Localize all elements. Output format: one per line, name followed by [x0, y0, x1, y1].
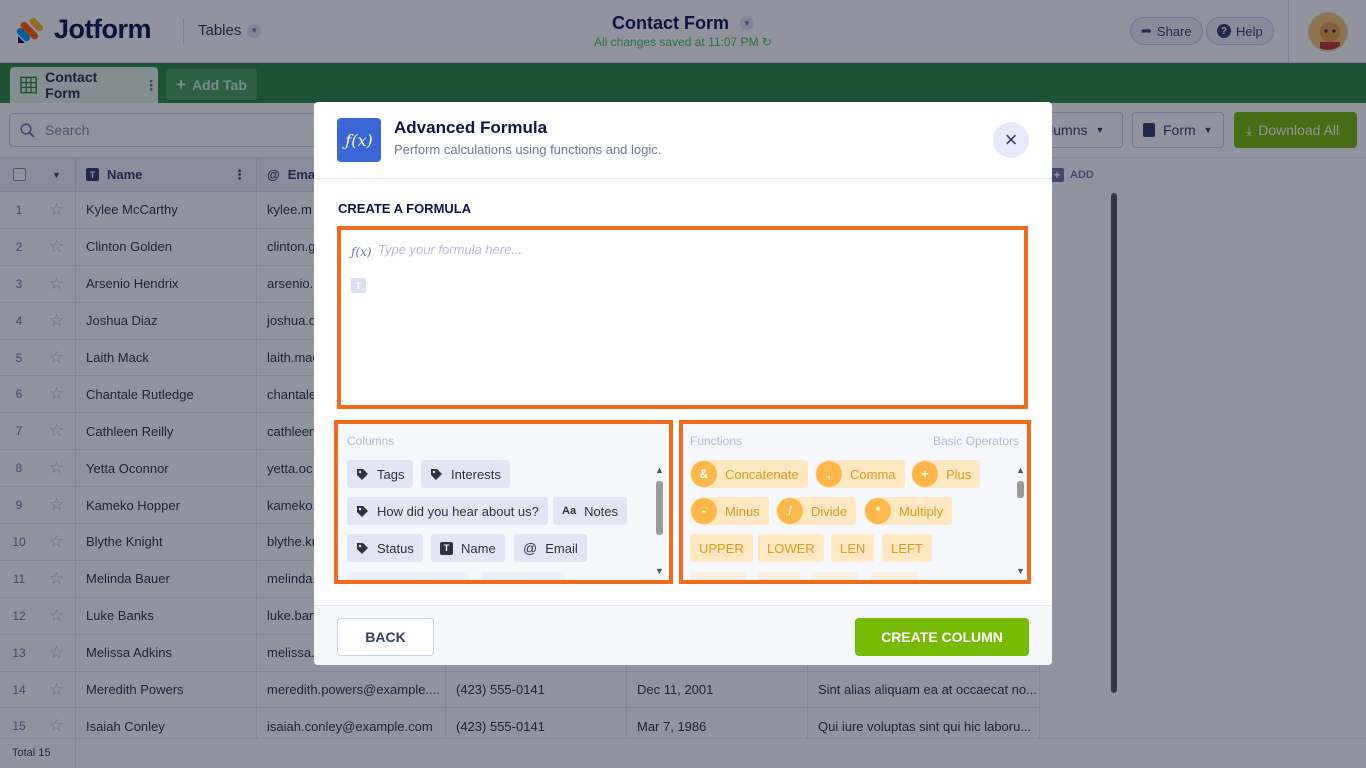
- app-root: Jotform Tables ▼ Contact Form ▼ All chan…: [0, 0, 1366, 768]
- formula-placeholder: Type your formula here...: [378, 242, 523, 257]
- columns-panel-header: Columns: [347, 434, 395, 448]
- modal-header: ƒ(x) Advanced Formula Perform calculatio…: [314, 102, 1052, 179]
- operator-symbol: -: [691, 498, 717, 524]
- fx-icon: ƒ(x): [351, 245, 372, 259]
- tag-icon: [357, 468, 368, 480]
- close-icon: ×: [1004, 127, 1018, 152]
- operator-chip[interactable]: / Divide: [776, 497, 857, 525]
- column-chip[interactable]: @ Email: [514, 534, 587, 562]
- column-chip[interactable]: Tags: [347, 460, 414, 488]
- column-chip-label: Interests: [451, 466, 501, 482]
- text-aa-icon: Aa: [562, 505, 577, 517]
- function-chip[interactable]: [871, 572, 919, 580]
- operator-symbol: *: [865, 498, 891, 524]
- operator-label: Multiply: [899, 503, 944, 519]
- operator-chip[interactable]: & Concatenate: [690, 460, 808, 488]
- column-chip[interactable]: T Name: [431, 534, 505, 562]
- column-chip[interactable]: Aa Notes: [553, 497, 628, 525]
- modal-title: Advanced Formula: [394, 118, 548, 137]
- column-chip-label: Notes: [584, 503, 619, 519]
- text-t-icon: T: [351, 278, 366, 293]
- operator-label: Plus: [946, 466, 972, 482]
- operator-chip[interactable]: - Minus: [690, 497, 769, 525]
- function-chip[interactable]: [690, 572, 746, 580]
- text-t-icon: T: [440, 541, 453, 555]
- column-chip-label: Status: [377, 540, 414, 556]
- operator-label: Comma: [850, 466, 896, 482]
- formula-editor[interactable]: ƒ(x) T Type your formula here...: [337, 226, 1028, 409]
- tag-icon: [357, 542, 368, 554]
- functions-panel-header: Functions: [690, 434, 743, 448]
- functions-panel: Functions Basic Operators & Concatenate, C…: [679, 420, 1031, 584]
- operator-symbol: +: [912, 461, 938, 487]
- create-formula-heading: CREATE A FORMULA: [338, 201, 472, 216]
- modal-footer: BACK CREATE COLUMN: [314, 605, 1052, 665]
- back-button[interactable]: BACK: [337, 618, 434, 656]
- scroll-up-arrow-icon[interactable]: ▲: [655, 465, 664, 475]
- operator-label: Divide: [811, 503, 848, 519]
- column-chip[interactable]: How did you hear about us?: [347, 497, 548, 525]
- close-button[interactable]: ×: [993, 122, 1029, 158]
- function-chip[interactable]: LOWER: [758, 534, 824, 562]
- function-chip[interactable]: UPPER: [690, 534, 753, 562]
- column-chip[interactable]: Interests: [421, 460, 510, 488]
- formula-fx-icon: ƒ(x): [337, 118, 381, 162]
- operator-symbol: ,: [816, 461, 842, 487]
- function-chip[interactable]: [811, 572, 859, 580]
- columns-scroll-thumb[interactable]: [656, 481, 663, 535]
- function-chip[interactable]: [758, 572, 800, 580]
- operators-panel-header: Basic Operators: [932, 434, 1019, 448]
- column-chip-label: Tags: [377, 466, 405, 482]
- create-column-button[interactable]: CREATE COLUMN: [855, 618, 1029, 656]
- tag-icon: [431, 468, 442, 480]
- operator-label: Concatenate: [725, 466, 799, 482]
- functions-scroll-thumb[interactable]: [1017, 481, 1024, 498]
- operator-symbol: /: [777, 498, 803, 524]
- advanced-formula-modal: ƒ(x) Advanced Formula Perform calculatio…: [314, 102, 1052, 665]
- at-icon: @: [523, 540, 538, 556]
- column-chip[interactable]: Status: [347, 534, 423, 562]
- operator-chip[interactable]: , Comma: [815, 460, 905, 488]
- scroll-up-arrow-icon[interactable]: ▲: [1016, 465, 1025, 475]
- column-chip[interactable]: [481, 572, 565, 580]
- operator-chip[interactable]: * Multiply: [864, 497, 953, 525]
- function-chip[interactable]: LEFT: [882, 534, 932, 562]
- tag-icon: [357, 505, 368, 517]
- column-chip-label: Email: [545, 540, 578, 556]
- operator-label: Minus: [725, 503, 760, 519]
- operator-symbol: &: [691, 461, 717, 487]
- column-chip[interactable]: [347, 572, 469, 580]
- operator-chip[interactable]: + Plus: [911, 460, 981, 488]
- function-chip[interactable]: LEN: [831, 534, 875, 562]
- column-chip-label: Name: [461, 540, 496, 556]
- scroll-down-arrow-icon[interactable]: ▼: [1016, 566, 1025, 576]
- column-chip-label: How did you hear about us?: [377, 503, 539, 519]
- columns-panel: Columns Tags Interests How did you hear ab…: [334, 420, 673, 584]
- scroll-down-arrow-icon[interactable]: ▼: [655, 566, 664, 576]
- modal-subtitle: Perform calculations using functions and…: [394, 142, 662, 157]
